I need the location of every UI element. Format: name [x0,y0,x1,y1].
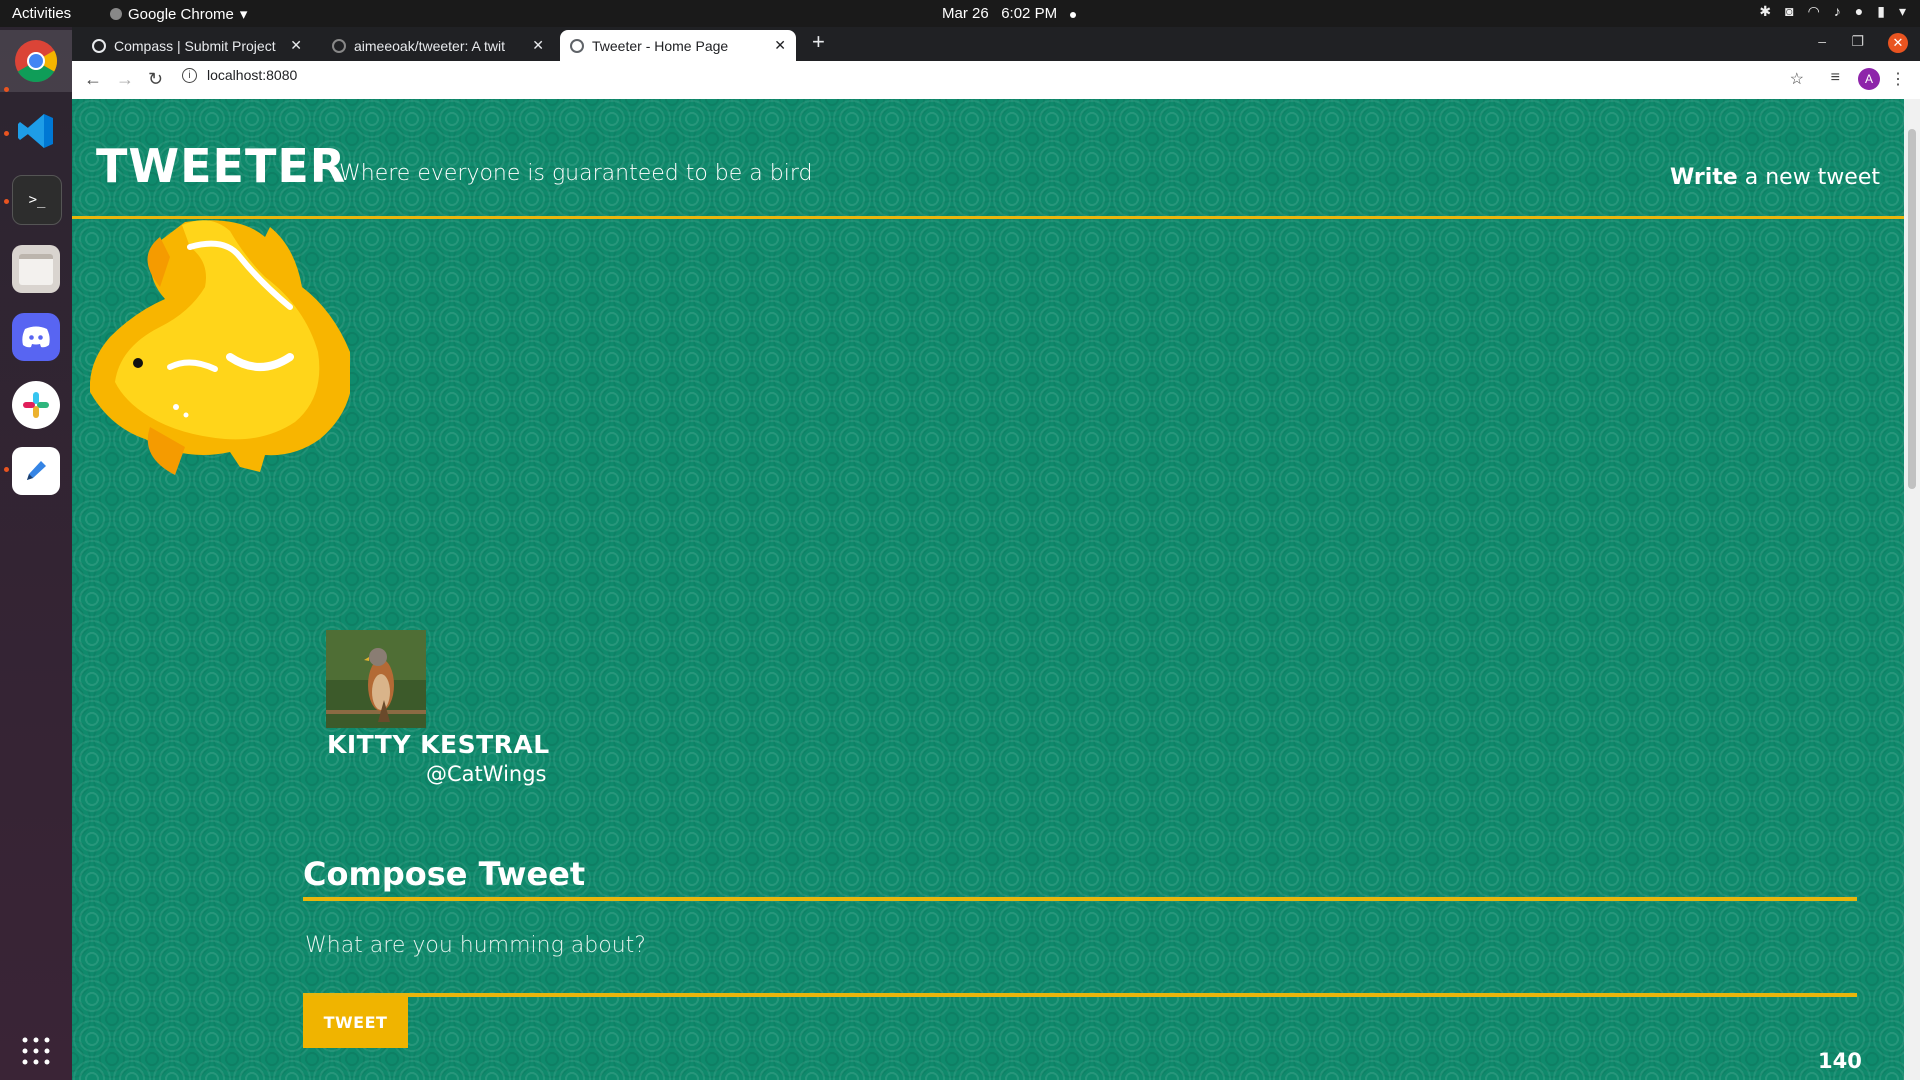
battery-icon: ▮ [1877,3,1885,19]
write-link-rest: a new tweet [1744,165,1880,190]
profile-avatar[interactable]: A [1858,68,1880,90]
compass-favicon-icon [92,38,106,53]
minimize-icon[interactable]: – [1818,33,1826,49]
write-new-tweet-link[interactable]: Write a new tweet [1670,165,1880,190]
compose-divider-bottom [303,993,1857,997]
url-text: localhost:8080 [207,67,298,83]
folder-shape [19,253,53,285]
reload-icon[interactable]: ↻ [148,69,163,90]
running-indicator [4,131,9,136]
tab-title: Tweeter - Home Page [592,37,729,54]
running-indicator [4,199,9,204]
site-tagline: Where everyone is guaranteed to be a bir… [339,161,813,186]
profile-name: KITTY KESTRAL [327,730,550,759]
site-info-icon[interactable]: i [182,67,197,83]
show-applications-icon[interactable] [12,1027,60,1075]
wifi-icon: ◠ [1807,3,1820,19]
compose-title: Compose Tweet [303,855,586,893]
volume-icon: ♪ [1833,3,1841,19]
tab-strip: Compass | Submit Project ✕ aimeeoak/twee… [72,27,1920,61]
clock[interactable]: Mar 26 6:02 PM [942,5,1076,22]
dock: >_ [0,27,72,1080]
terminal-prompt-glyph: >_ [28,192,46,208]
tweet-button[interactable]: TWEET [303,996,408,1048]
system-tray[interactable]: ✱ ◙ ◠ ♪ ● ▮ ▾ [1759,3,1906,20]
kebab-menu-icon[interactable]: ⋮ [1890,69,1906,89]
activities-button[interactable]: Activities [12,5,71,22]
page-viewport: TWEETER Where everyone is guaranteed to … [72,99,1904,1080]
browser-toolbar: ← → ↻ i localhost:8080 ☆ ≡ A ⋮ [72,61,1920,100]
new-tab-button[interactable]: + [812,29,825,55]
app-menu-label: Google Chrome [128,5,234,23]
discord-icon[interactable] [12,313,60,361]
discord-tray-icon: ◙ [1785,3,1794,19]
slack-tray-icon: ✱ [1759,3,1772,19]
profile-handle: @CatWings [426,762,547,786]
chrome-small-icon [110,8,122,20]
site-header: TWEETER Where everyone is guaranteed to … [72,99,1904,219]
write-link-strong: Write [1670,165,1738,190]
system-top-bar: Activities Google Chrome ▾ Mar 26 6:02 P… [0,0,1920,27]
running-indicator [4,87,9,92]
tab-title: aimeeoak/tweeter: A twit [354,37,505,54]
github-favicon-icon [332,38,346,53]
scrollbar-thumb[interactable] [1908,129,1916,489]
clock-time: 6:02 PM [1001,5,1058,22]
address-bar[interactable]: i localhost:8080 [182,67,297,83]
fish-mascot-icon [89,217,353,491]
close-icon[interactable]: ✕ [532,37,544,54]
terminal-icon[interactable]: >_ [12,175,62,225]
tab-tweeter[interactable]: Tweeter - Home Page ✕ [560,30,796,61]
chevron-down-icon: ▾ [239,6,248,23]
close-icon[interactable]: ✕ [290,37,302,54]
tab-title: Compass | Submit Project [114,37,276,54]
system-menu-chevron-icon: ▾ [1898,3,1906,19]
slack-icon[interactable] [12,381,60,429]
media-control-icon[interactable]: ≡ [1831,69,1840,87]
chrome-icon[interactable] [12,37,60,85]
vscode-icon[interactable] [12,107,60,155]
character-counter: 140 [1818,1049,1862,1073]
tweet-text-input[interactable] [303,925,1857,965]
notification-dot-icon [1069,12,1076,18]
bookmark-star-icon[interactable]: ☆ [1790,69,1804,89]
page-scrollbar[interactable] [1904,99,1920,1080]
restore-icon[interactable]: ❐ [1851,33,1864,50]
app-menu[interactable]: Google Chrome ▾ [110,5,247,23]
clock-date: Mar 26 [942,5,989,22]
files-icon[interactable] [12,245,60,293]
tab-github[interactable]: aimeeoak/tweeter: A twit ✕ [322,30,554,61]
globe-favicon-icon [570,38,584,53]
compose-divider-top [303,897,1857,901]
window-close-button[interactable]: ✕ [1888,33,1908,53]
running-indicator [4,467,9,472]
text-editor-icon[interactable] [12,447,60,495]
forward-arrow-icon[interactable]: → [116,69,134,90]
site-brand[interactable]: TWEETER [96,139,346,193]
back-arrow-icon[interactable]: ← [84,69,102,90]
tab-compass[interactable]: Compass | Submit Project ✕ [82,30,312,61]
avatar [326,630,426,728]
microphone-icon: ● [1854,3,1864,19]
close-icon[interactable]: ✕ [774,37,786,54]
